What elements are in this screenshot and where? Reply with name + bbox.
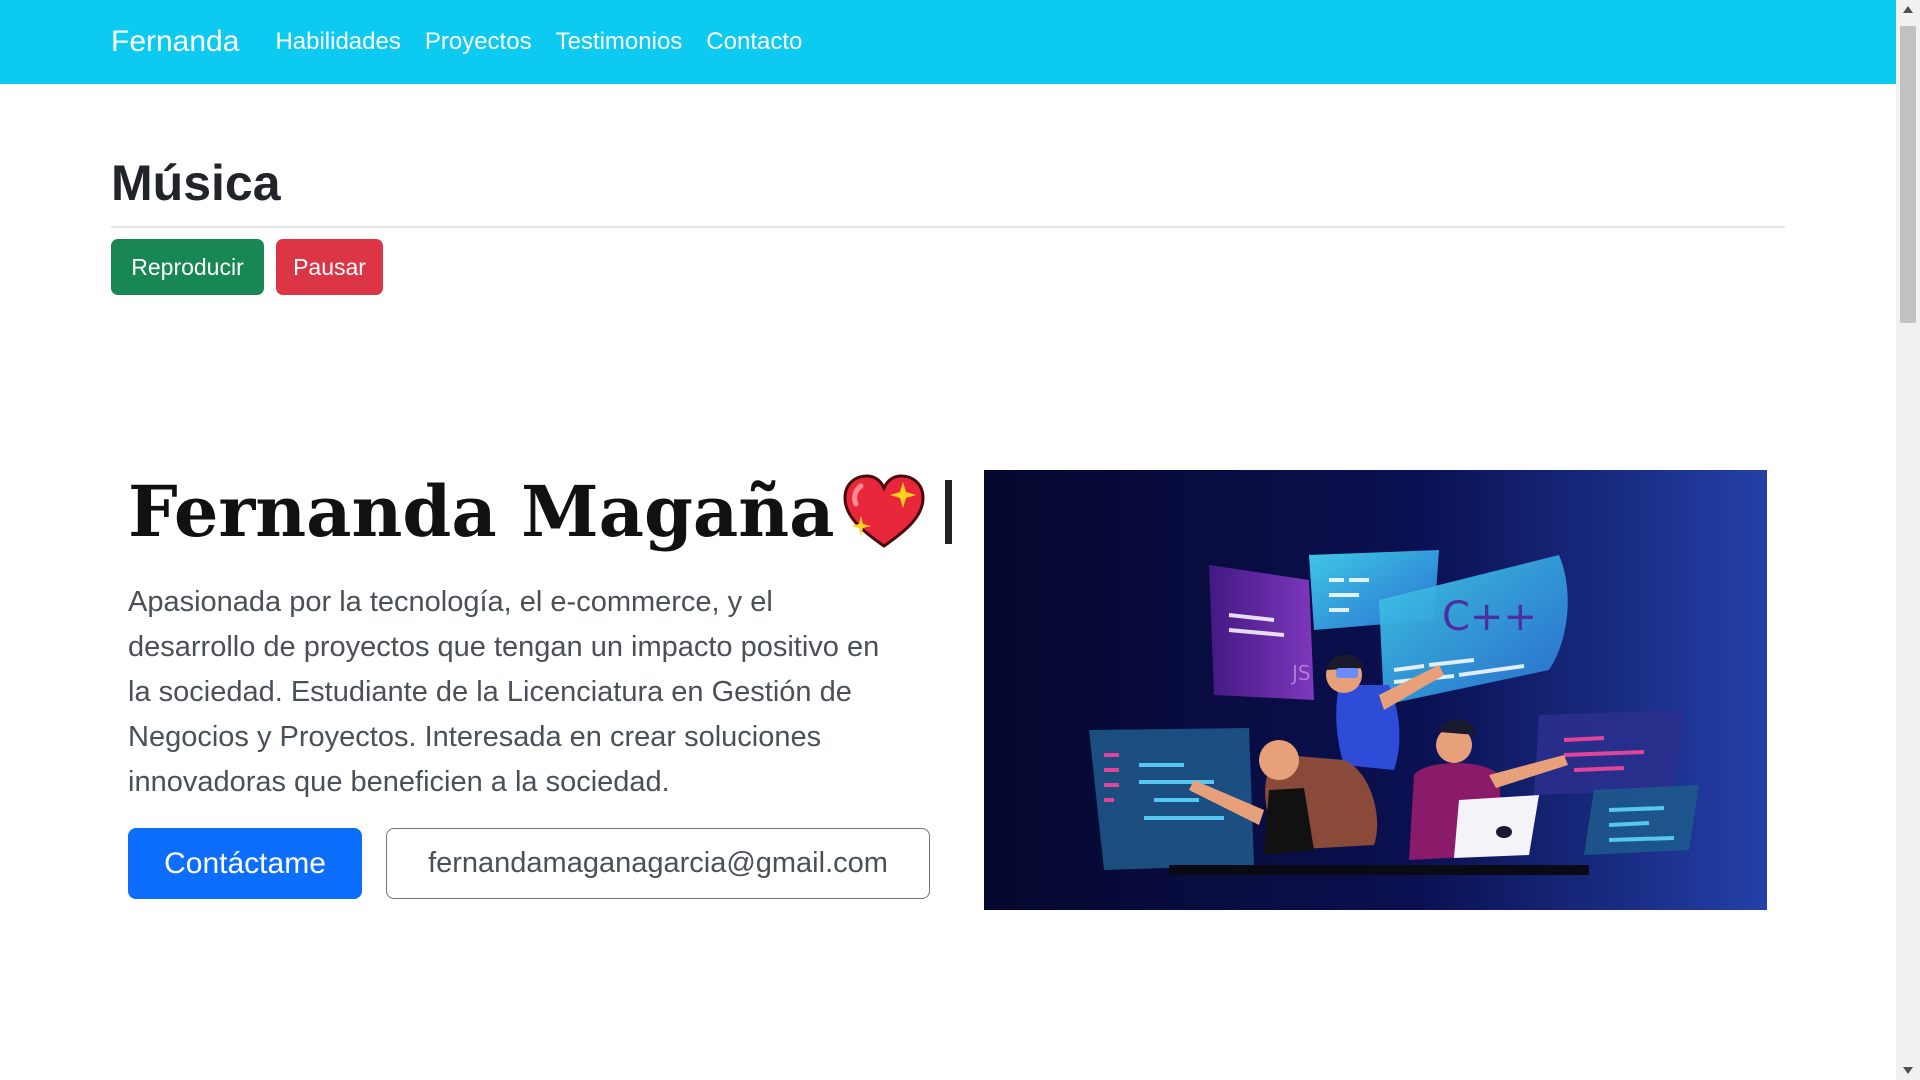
- cpp-label: C++: [1442, 594, 1537, 640]
- typing-cursor-icon: [944, 479, 952, 544]
- vertical-scrollbar[interactable]: [1896, 0, 1920, 1080]
- navbar: Fernanda Habilidades Proyectos Testimoni…: [0, 0, 1896, 84]
- nav-links: Habilidades Proyectos Testimonios Contac…: [275, 28, 826, 56]
- sparkling-heart-icon: [841, 472, 927, 552]
- nav-link-proyectos[interactable]: Proyectos: [425, 28, 532, 56]
- hero-description: Apasionada por la tecnología, el e-comme…: [128, 586, 880, 798]
- play-button[interactable]: Reproducir: [111, 239, 264, 295]
- scroll-up-arrow-icon[interactable]: [1903, 6, 1913, 13]
- nav-link-testimonios[interactable]: Testimonios: [556, 28, 683, 56]
- hero-name-heading: Fernanda Magaña: [128, 470, 952, 553]
- nav-link-habilidades[interactable]: Habilidades: [275, 28, 400, 56]
- hero-developers-illustration: C++ JS: [984, 470, 1767, 910]
- navbar-brand[interactable]: Fernanda: [111, 25, 239, 59]
- scroll-down-arrow-icon[interactable]: [1903, 1067, 1913, 1074]
- pause-button[interactable]: Pausar: [276, 239, 383, 295]
- nav-link-contacto[interactable]: Contacto: [706, 28, 802, 56]
- hero-name-text: Fernanda Magaña: [128, 470, 835, 553]
- music-section-title: Música: [111, 155, 281, 211]
- music-divider: [111, 226, 1785, 228]
- email-display: fernandamaganagarcia@gmail.com: [386, 828, 930, 899]
- scroll-thumb[interactable]: [1900, 26, 1916, 323]
- contact-button[interactable]: Contáctame: [128, 828, 362, 899]
- js-label: JS: [1290, 661, 1311, 685]
